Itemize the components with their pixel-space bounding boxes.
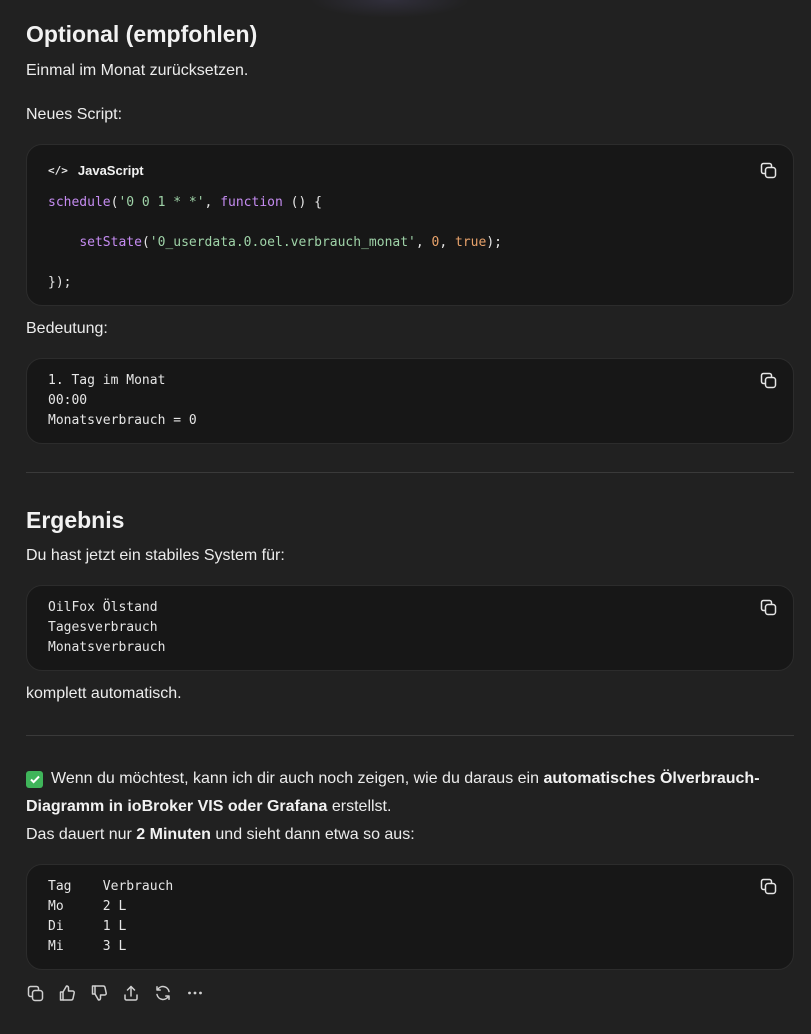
offer-text: erstellst.: [327, 798, 392, 815]
regenerate-icon: [156, 985, 170, 1001]
code-icon: </>: [48, 163, 68, 177]
top-glow: [310, 0, 470, 18]
code-token: () {: [282, 195, 322, 210]
more-options-button[interactable]: [186, 984, 204, 1002]
offer-paragraph: Wenn du möchtest, kann ich dir auch noch…: [26, 765, 794, 849]
message-action-bar: [26, 984, 204, 1002]
code-token: '0 0 1 * *': [118, 195, 205, 210]
code-token: });: [48, 275, 72, 290]
script-label: Neues Script:: [26, 106, 123, 123]
result-code-block: OilFox Ölstand Tagesverbrauch Monatsverb…: [26, 585, 794, 671]
code-token: true: [455, 235, 487, 250]
code-token: ,: [439, 235, 456, 250]
meaning-label: Bedeutung:: [26, 320, 108, 337]
copy-code-button[interactable]: [759, 598, 777, 616]
meaning-code-content: 1. Tag im Monat 00:00 Monatsverbrauch = …: [48, 373, 197, 428]
offer-text: und sieht dann etwa so aus:: [210, 826, 415, 843]
offer-bold-text: 2 Minuten: [136, 826, 211, 843]
share-button[interactable]: [122, 984, 140, 1002]
code-token: setState: [79, 235, 142, 250]
copy-code-button[interactable]: [759, 161, 777, 179]
meaning-code-block: 1. Tag im Monat 00:00 Monatsverbrauch = …: [26, 358, 794, 444]
section-divider: [26, 735, 794, 736]
share-icon: [124, 985, 138, 1001]
code-token: ,: [415, 235, 432, 250]
code-header: </> JavaScript: [48, 161, 144, 179]
copy-code-button[interactable]: [759, 877, 777, 895]
more-icon: [188, 991, 202, 995]
code-content: schedule ( '0 0 1 * *', function () { setS…: [48, 193, 502, 293]
copy-icon: [760, 372, 776, 388]
section-heading-ergebnis: Ergebnis: [26, 507, 125, 533]
offer-text: Wenn du möchtest, kann ich dir auch noch…: [51, 770, 544, 787]
good-response-button[interactable]: [58, 984, 76, 1002]
result-outro-text: komplett automatisch.: [26, 685, 182, 702]
section-divider: [26, 472, 794, 473]
bad-response-button[interactable]: [90, 984, 108, 1002]
copy-icon: [760, 599, 776, 615]
regenerate-button[interactable]: [154, 984, 172, 1002]
code-token: '0_userdata.0.oel.verbrauch_monat': [149, 235, 416, 250]
copy-code-button[interactable]: [759, 371, 777, 389]
check-mark-icon: [26, 770, 43, 788]
offer-bold-text: automatisches Ölverbrauch-: [543, 770, 760, 787]
offer-text: Das dauert nur: [26, 826, 137, 843]
result-code-content: OilFox Ölstand Tagesverbrauch Monatsverb…: [48, 600, 166, 655]
section-heading-optional: Optional (empfohlen): [26, 21, 258, 47]
table-code-block: Tag Verbrauch Mo 2 L Di 1 L Mi 3 L: [26, 864, 794, 970]
code-token: schedule: [48, 195, 111, 210]
thumbs-up-icon: [59, 985, 75, 1001]
code-token: function: [220, 195, 283, 210]
code-language-label: JavaScript: [77, 162, 144, 178]
copy-icon: [760, 162, 776, 178]
result-intro-text: Du hast jetzt ein stabiles System für:: [26, 547, 285, 564]
table-code-content: Tag Verbrauch Mo 2 L Di 1 L Mi 3 L: [48, 879, 174, 954]
intro-text: Einmal im Monat zurücksetzen.: [26, 62, 249, 79]
thumbs-down-icon: [91, 985, 107, 1001]
code-token: );: [486, 235, 502, 250]
javascript-code-block: </> JavaScript schedule ( '0 0 1 * *', fun…: [26, 144, 794, 306]
copy-message-button[interactable]: [26, 984, 44, 1002]
copy-icon: [27, 985, 43, 1001]
code-token: ,: [204, 195, 221, 210]
code-token: (: [141, 235, 150, 250]
offer-bold-text: Diagramm in ioBroker VIS oder Grafana: [26, 798, 328, 815]
copy-icon: [760, 878, 776, 894]
